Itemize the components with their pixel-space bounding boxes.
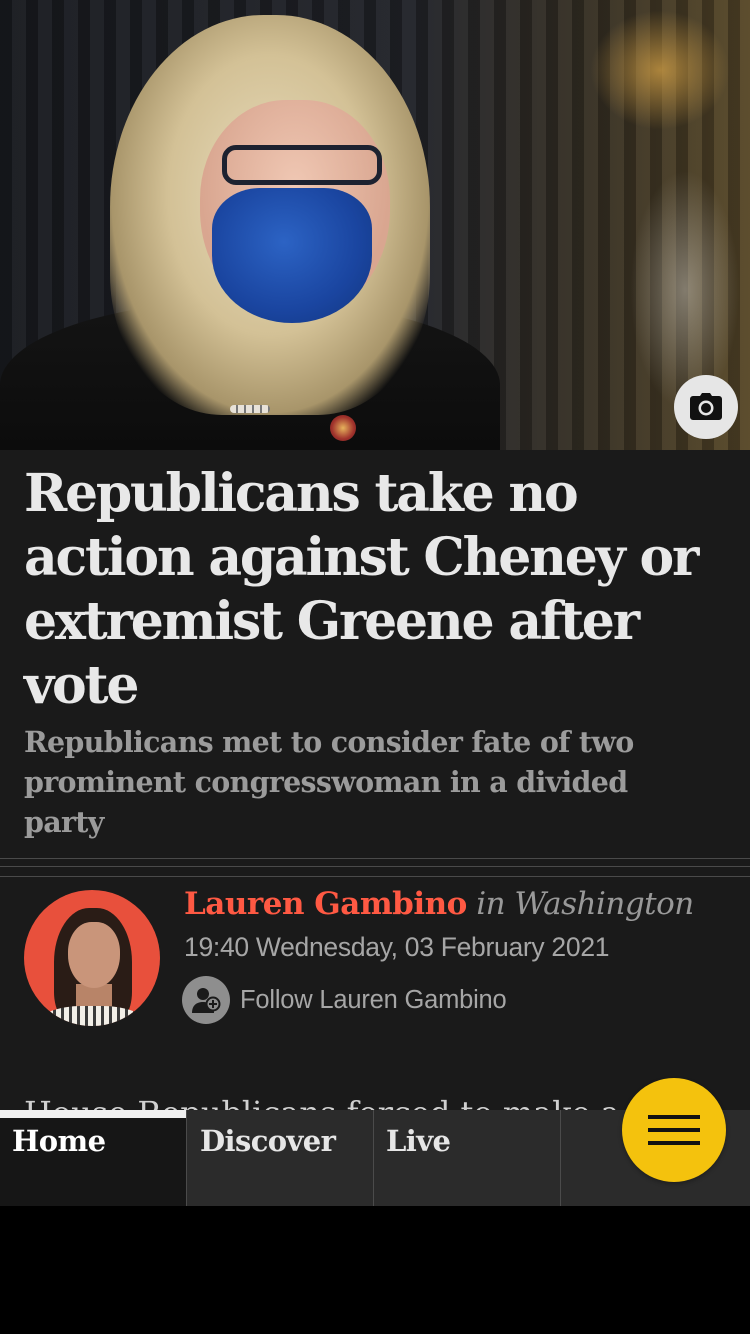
menu-button[interactable] <box>622 1078 726 1182</box>
hero-image <box>0 0 750 450</box>
author-location: in Washington <box>476 886 694 922</box>
publish-datetime: 19:40 Wednesday, 03 February 2021 <box>184 932 610 962</box>
article-page: Republicans take no action against Chene… <box>0 0 750 1206</box>
tab-label: Live <box>386 1124 451 1158</box>
hamburger-menu-icon <box>648 1115 700 1145</box>
divider <box>0 858 750 859</box>
tab-label: Discover <box>200 1124 336 1158</box>
tab-label: Home <box>12 1124 106 1158</box>
tab-discover[interactable]: Discover <box>187 1110 374 1206</box>
add-person-icon <box>182 976 230 1024</box>
divider <box>0 876 750 877</box>
image-caption-button[interactable] <box>674 375 738 439</box>
camera-icon <box>690 393 722 420</box>
article-headline: Republicans take no action against Chene… <box>24 463 699 716</box>
tab-home[interactable]: Home <box>0 1110 187 1206</box>
divider <box>0 866 750 867</box>
author-name-link[interactable]: Lauren Gambino <box>184 886 467 922</box>
byline: Lauren Gambino in Washington <box>184 886 694 922</box>
follow-author-button[interactable]: Follow Lauren Gambino <box>182 976 507 1024</box>
face-mask <box>212 188 372 323</box>
article-standfirst: Republicans met to consider fate of two … <box>24 725 634 839</box>
tab-live[interactable]: Live <box>374 1110 561 1206</box>
author-avatar[interactable] <box>24 890 160 1026</box>
follow-author-label: Follow Lauren Gambino <box>240 985 507 1014</box>
